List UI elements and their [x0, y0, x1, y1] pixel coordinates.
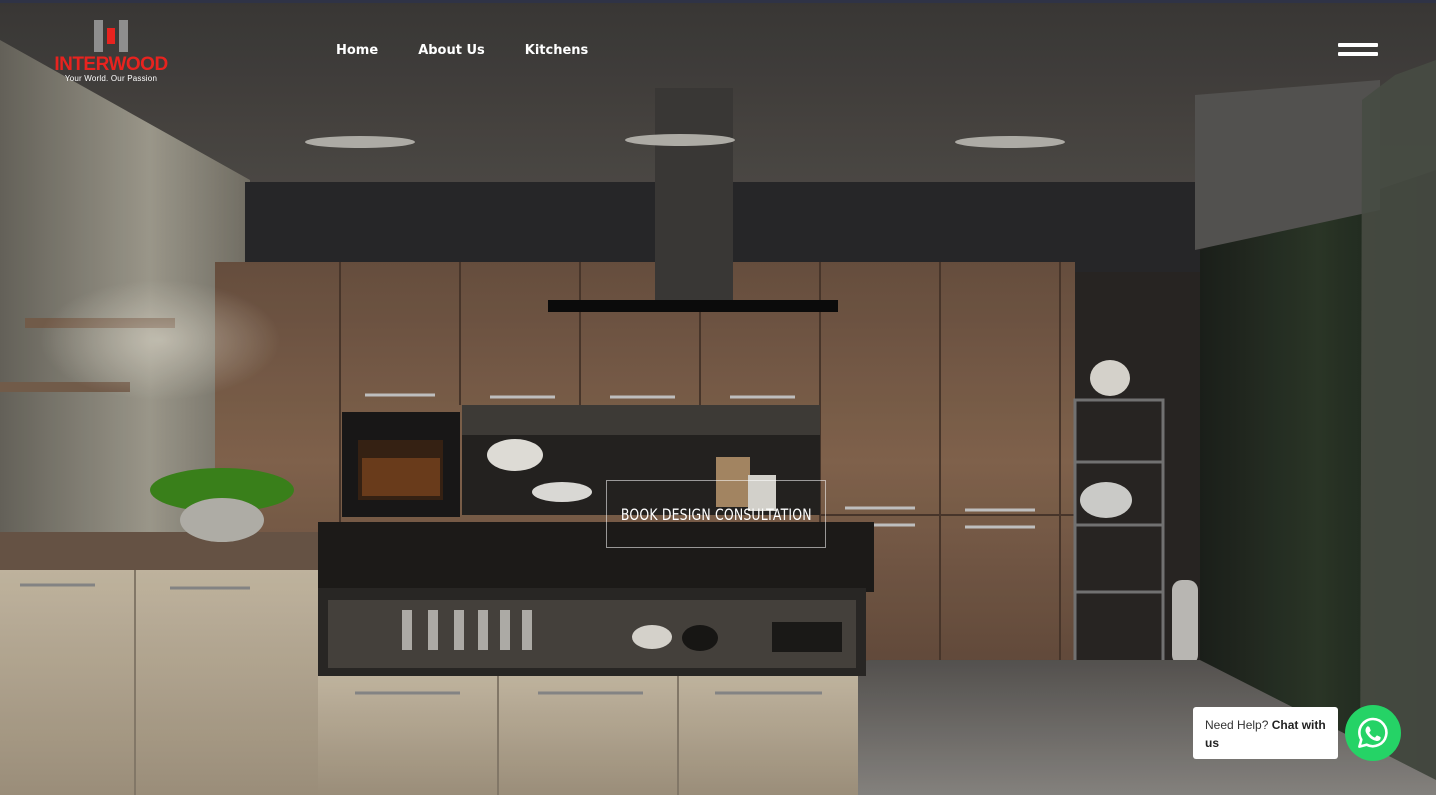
- nav-item-home[interactable]: Home: [336, 43, 378, 58]
- nav-item-about-us[interactable]: About Us: [418, 43, 485, 58]
- main-nav: Home About Us Kitchens: [336, 43, 588, 58]
- brand-name: INTERWOOD: [54, 54, 168, 75]
- hero-background-image: [0, 0, 1436, 795]
- brand-tagline: Your World. Our Passion: [64, 74, 158, 83]
- nav-item-kitchens[interactable]: Kitchens: [525, 43, 589, 58]
- book-consultation-label: BOOK DESIGN CONSULTATION: [620, 504, 812, 524]
- hamburger-menu-icon[interactable]: [1338, 42, 1378, 60]
- help-chat-bubble[interactable]: Need Help? Chat with us: [1193, 707, 1338, 759]
- top-border: [0, 0, 1436, 3]
- kitchen-photo: [0, 0, 1436, 795]
- menu-bar-bottom: [1338, 52, 1378, 56]
- whatsapp-icon: [1358, 717, 1388, 748]
- menu-bar-top: [1338, 43, 1378, 47]
- brand-logo[interactable]: INTERWOOD Your World. Our Passion: [48, 18, 178, 86]
- whatsapp-chat-button[interactable]: [1345, 705, 1401, 761]
- logo-mark-icon: [94, 20, 128, 52]
- help-prefix: Need Help?: [1205, 718, 1269, 732]
- book-consultation-button[interactable]: BOOK DESIGN CONSULTATION: [606, 480, 826, 548]
